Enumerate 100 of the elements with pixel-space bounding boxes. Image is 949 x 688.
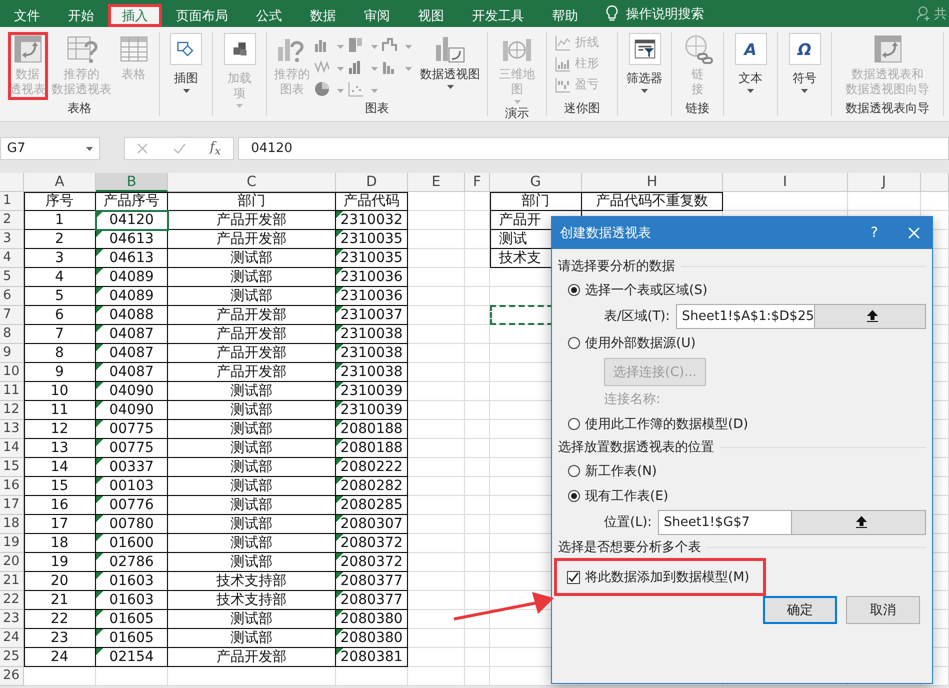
input-field[interactable]: Sheet1!$G$7 (658, 510, 926, 534)
column-header[interactable]: I (723, 173, 848, 192)
column-header[interactable]: B (96, 173, 168, 192)
menu-tab[interactable]: 视图 (404, 4, 458, 27)
row-header[interactable]: 12 (0, 401, 24, 420)
row-header[interactable]: 8 (0, 325, 24, 344)
row-header[interactable]: 17 (0, 496, 24, 515)
table-cell: 2080381 (336, 648, 408, 667)
table-cell: 00776 (96, 496, 168, 515)
table-cell: 4 (24, 268, 96, 287)
table-cell: 02154 (96, 648, 168, 667)
row-header[interactable]: 6 (0, 287, 24, 306)
row-header[interactable]: 7 (0, 306, 24, 325)
table-cell: 10 (24, 382, 96, 401)
table-cell: 04090 (96, 401, 168, 420)
ribbon-button[interactable]: A 文本 (732, 32, 768, 100)
menu-tab[interactable]: 插入 (108, 4, 162, 27)
dialog-button[interactable]: 取消 (846, 596, 920, 624)
row-header[interactable]: 14 (0, 439, 24, 458)
row-header[interactable]: 24 (0, 629, 24, 648)
row-header[interactable]: 5 (0, 268, 24, 287)
row-header[interactable]: 25 (0, 648, 24, 667)
row-header[interactable]: 15 (0, 458, 24, 477)
name-box[interactable]: G7 (0, 137, 100, 160)
ribbon-button[interactable]: 筛选器 (624, 32, 664, 100)
row-header[interactable]: 22 (0, 591, 24, 610)
table-cell: 2310035 (336, 230, 408, 249)
line-chart-icon (314, 59, 330, 75)
row-header[interactable]: 13 (0, 420, 24, 439)
table-cell: 00337 (96, 458, 168, 477)
row-header[interactable]: 26 (0, 667, 24, 686)
radio-option[interactable]: 新工作表(N) (558, 458, 926, 483)
radio-option[interactable]: 使用此工作簿的数据模型(D) (558, 411, 926, 436)
menu-tab[interactable]: 文件 (0, 4, 54, 27)
column-header[interactable]: C (168, 173, 336, 192)
row-header[interactable]: 10 (0, 363, 24, 382)
insert-function-button[interactable]: f$_{x}$ (210, 140, 221, 158)
column-header[interactable]: G (490, 173, 582, 192)
table-cell: 测试部 (168, 458, 336, 477)
checkbox[interactable] (567, 570, 580, 584)
table-cell: 01600 (96, 534, 168, 553)
row-header[interactable]: 23 (0, 610, 24, 629)
ribbon-button[interactable]: Ω 符号 (786, 32, 822, 100)
select-all-button[interactable] (0, 173, 24, 192)
upload-icon (867, 310, 878, 322)
menu-tab[interactable]: 开始 (54, 4, 108, 27)
menu-tab[interactable]: 开发工具 (458, 4, 538, 27)
connection-name-label: 连接名称: (604, 392, 660, 407)
check-icon[interactable] (172, 143, 186, 154)
radio-option[interactable]: 选择一个表或区域(S) (558, 277, 926, 302)
column-header[interactable] (921, 173, 949, 192)
row-header[interactable]: 3 (0, 230, 24, 249)
formula-field[interactable]: 04120 (238, 137, 949, 160)
radio-option[interactable]: 使用外部数据源(U) (558, 330, 926, 355)
close-icon[interactable] (908, 227, 920, 239)
checkbox-option[interactable]: 将此数据添加到数据模型(M) (554, 558, 766, 596)
menu-tab[interactable]: 审阅 (350, 4, 404, 27)
group-label: 链接 (684, 100, 710, 116)
table-cell: 测试部 (168, 553, 336, 572)
radio-option[interactable]: 现有工作表(E) (558, 483, 926, 508)
dialog-button[interactable]: 确定 (763, 596, 837, 624)
column-header[interactable]: A (24, 173, 96, 192)
menu-tab[interactable]: 数据 (296, 4, 350, 27)
column-sparkline-icon (555, 56, 571, 72)
ribbon-button[interactable]: 数据透视图 (418, 32, 482, 100)
column-header[interactable]: H (582, 173, 723, 192)
menu-tab[interactable]: 页面布局 (162, 4, 242, 27)
ribbon-button[interactable]: 插图 (168, 32, 204, 100)
column-header[interactable]: D (336, 173, 408, 192)
cancel-icon[interactable] (137, 143, 148, 154)
row-header[interactable]: 4 (0, 249, 24, 268)
help-button[interactable]: ? (870, 225, 878, 241)
table-cell: 产品开发部 (168, 344, 336, 363)
table-cell: 22 (24, 610, 96, 629)
row-header[interactable]: 9 (0, 344, 24, 363)
column-header[interactable]: F (465, 173, 490, 192)
row-header[interactable]: 18 (0, 515, 24, 534)
row-header[interactable]: 20 (0, 553, 24, 572)
row-header[interactable]: 1 (0, 192, 24, 211)
caret-icon (405, 66, 412, 70)
row-header[interactable]: 21 (0, 572, 24, 591)
table-cell: 测试部 (168, 610, 336, 629)
table-cell: 2310032 (336, 211, 408, 230)
search-field[interactable]: 操作说明搜索 (626, 4, 704, 22)
row-header[interactable]: 19 (0, 534, 24, 553)
table-cell: 2080222 (336, 458, 408, 477)
row-header[interactable]: 11 (0, 382, 24, 401)
column-header[interactable]: E (408, 173, 465, 192)
input-field[interactable]: Sheet1!$A$1:$D$25 (676, 304, 926, 328)
row-header[interactable]: 2 (0, 211, 24, 230)
table-cell: 测试部 (168, 268, 336, 287)
table-cell: 2310038 (336, 363, 408, 382)
menu-tab[interactable]: 帮助 (538, 4, 592, 27)
table-cell: 2310038 (336, 344, 408, 363)
menu-tab[interactable]: 公式 (242, 4, 296, 27)
row-header[interactable]: 16 (0, 477, 24, 496)
table-cell: 24 (24, 648, 96, 667)
column-header[interactable]: J (848, 173, 921, 192)
table-cell: 00775 (96, 439, 168, 458)
table-cell: 2080372 (336, 534, 408, 553)
